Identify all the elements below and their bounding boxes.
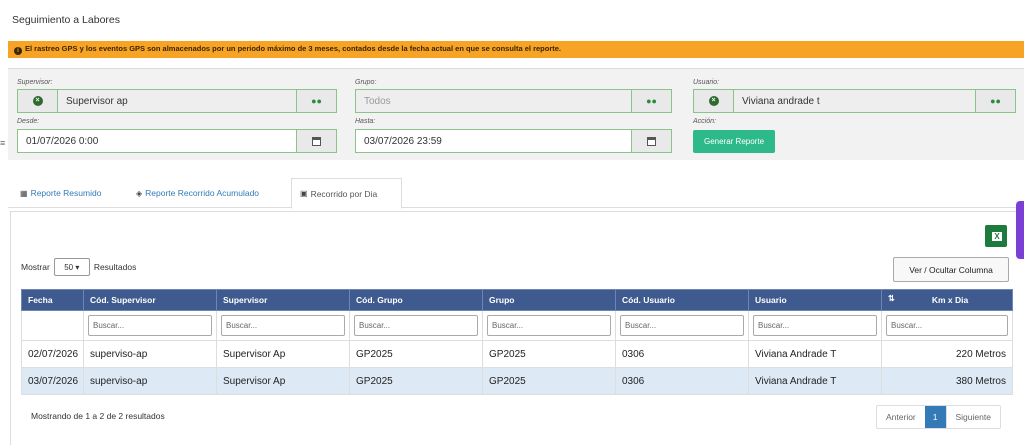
col-cod-supervisor[interactable]: Cód. Supervisor xyxy=(83,289,217,311)
clear-supervisor-button[interactable]: × xyxy=(18,90,58,112)
users-icon: ●● xyxy=(646,96,657,106)
supervisor-value: Supervisor ap xyxy=(58,90,296,112)
grupo-users-button[interactable]: ●● xyxy=(631,90,671,112)
search-cod-grupo-input[interactable]: Buscar... xyxy=(354,315,478,336)
col-usuario[interactable]: Usuario xyxy=(748,289,882,311)
sort-icon: ⇅ xyxy=(888,294,895,303)
hasta-value: 03/07/2026 23:59 xyxy=(356,130,631,152)
desde-date-input[interactable]: 01/07/2026 0:00 xyxy=(17,129,337,153)
report-tabs: ▦ Reporte Resumido ◈ Reporte Recorrido Acu… xyxy=(8,178,1024,209)
page-size-control: Mostrar 50 ▾ Resultados xyxy=(21,258,136,276)
usuario-select[interactable]: × Viviana andrade t ●● xyxy=(693,89,1016,113)
page-title: Seguimiento a Labores xyxy=(12,14,120,26)
supervisor-select[interactable]: × Supervisor ap ●● xyxy=(17,89,337,113)
generate-report-button[interactable]: Generar Reporte xyxy=(693,130,775,153)
calendar-icon xyxy=(312,136,321,146)
empty-search-cell xyxy=(21,310,84,341)
excel-icon: X xyxy=(992,231,1002,241)
search-km-input[interactable]: Buscar... xyxy=(886,315,1008,336)
cell-cod-supervisor: superviso-ap xyxy=(83,340,217,368)
supervisor-label: Supervisor: xyxy=(17,79,53,86)
search-cod-supervisor-input[interactable]: Buscar... xyxy=(88,315,212,336)
usuario-value: Viviana andrade t xyxy=(734,90,975,112)
show-suffix-label: Resultados xyxy=(93,262,137,272)
close-circle-icon: × xyxy=(32,96,43,106)
search-usuario-input[interactable]: Buscar... xyxy=(753,315,877,336)
page-size-select[interactable]: 50 ▾ xyxy=(53,258,90,276)
results-info: Mostrando de 1 a 2 de 2 resultados xyxy=(31,411,165,421)
report-table: Fecha Cód. Supervisor Supervisor Cód. Gr… xyxy=(21,289,1013,395)
col-cod-usuario[interactable]: Cód. Usuario xyxy=(615,289,749,311)
cell-cod-usuario: 0306 xyxy=(615,367,749,395)
drag-handle-icon[interactable]: ≡ xyxy=(0,138,5,148)
cell-km-por-dia: 380 Metros xyxy=(881,367,1013,395)
col-grupo[interactable]: Grupo xyxy=(482,289,616,311)
hasta-date-input[interactable]: 03/07/2026 23:59 xyxy=(355,129,672,153)
cell-usuario: Viviana Andrade T xyxy=(748,367,882,395)
grupo-value: Todos xyxy=(356,90,631,112)
side-panel-tab[interactable] xyxy=(1016,201,1024,259)
col-supervisor[interactable]: Supervisor xyxy=(216,289,350,311)
usuario-label: Usuario: xyxy=(693,79,720,86)
tab-recorrido-por-dia[interactable]: ▣ Recorrido por Dia xyxy=(291,178,402,209)
table-header-row: Fecha Cód. Supervisor Supervisor Cód. Gr… xyxy=(21,289,1013,311)
cell-km-por-dia: 220 Metros xyxy=(881,340,1013,368)
info-circle-icon: i xyxy=(14,47,22,55)
cell-cod-usuario: 0306 xyxy=(615,340,749,368)
gps-alert-banner: i El rastreo GPS y los eventos GPS son al… xyxy=(8,41,1024,58)
accion-label: Acción: xyxy=(693,118,716,125)
cell-grupo: GP2025 xyxy=(482,340,616,368)
users-icon: ●● xyxy=(311,96,322,106)
search-supervisor-input[interactable]: Buscar... xyxy=(221,315,345,336)
desde-value: 01/07/2026 0:00 xyxy=(18,130,296,152)
grupo-select[interactable]: Todos ●● xyxy=(355,89,672,113)
pagination: Anterior 1 Siguiente xyxy=(876,405,1001,429)
chevron-down-icon: ▾ xyxy=(75,262,80,272)
col-fecha[interactable]: Fecha xyxy=(21,289,84,311)
calendar-icon xyxy=(647,136,656,146)
next-page-button[interactable]: Siguiente xyxy=(945,406,1000,428)
cell-cod-supervisor: superviso-ap xyxy=(83,367,217,395)
desde-label: Desde: xyxy=(17,118,40,125)
hasta-calendar-button[interactable] xyxy=(631,130,671,152)
page-1-button[interactable]: 1 xyxy=(924,406,946,428)
desde-calendar-button[interactable] xyxy=(296,130,336,152)
usuario-users-button[interactable]: ●● xyxy=(975,90,1015,112)
cell-cod-grupo: GP2025 xyxy=(349,367,483,395)
tab-reporte-resumido[interactable]: ▦ Reporte Resumido xyxy=(12,178,109,208)
supervisor-users-button[interactable]: ●● xyxy=(296,90,336,112)
excel-export-button[interactable]: X xyxy=(985,225,1007,247)
grupo-label: Grupo: xyxy=(355,79,377,86)
binoculars-icon: ◈ xyxy=(136,188,143,198)
cell-fecha: 02/07/2026 xyxy=(21,340,84,368)
alert-text: El rastreo GPS y los eventos GPS son alm… xyxy=(25,44,562,53)
tab-reporte-recorrido-acumulado[interactable]: ◈ Reporte Recorrido Acumulado xyxy=(128,178,267,208)
close-circle-icon: × xyxy=(708,96,719,106)
hasta-label: Hasta: xyxy=(355,118,376,125)
cell-usuario: Viviana Andrade T xyxy=(748,340,882,368)
column-search-row: Buscar... Buscar... Buscar... Buscar... … xyxy=(21,310,1013,341)
search-cod-usuario-input[interactable]: Buscar... xyxy=(620,315,744,336)
table-row[interactable]: 02/07/2026 superviso-ap Supervisor Ap GP… xyxy=(21,340,1013,368)
cell-cod-grupo: GP2025 xyxy=(349,340,483,368)
table-icon: ▦ xyxy=(20,188,28,198)
users-icon: ●● xyxy=(990,96,1001,106)
cell-grupo: GP2025 xyxy=(482,367,616,395)
clear-usuario-button[interactable]: × xyxy=(694,90,734,112)
cell-supervisor: Supervisor Ap xyxy=(216,340,350,368)
cell-fecha: 03/07/2026 xyxy=(21,367,84,395)
calendar-icon: ▣ xyxy=(300,189,308,198)
col-cod-grupo[interactable]: Cód. Grupo xyxy=(349,289,483,311)
table-row[interactable]: 03/07/2026 superviso-ap Supervisor Ap GP… xyxy=(21,367,1013,395)
col-km-por-dia[interactable]: ⇅ Km x Dia xyxy=(881,289,1013,311)
search-grupo-input[interactable]: Buscar... xyxy=(487,315,611,336)
show-prefix-label: Mostrar xyxy=(21,262,50,272)
toggle-columns-button[interactable]: Ver / Ocultar Columna xyxy=(893,257,1009,282)
prev-page-button[interactable]: Anterior xyxy=(877,406,925,428)
cell-supervisor: Supervisor Ap xyxy=(216,367,350,395)
